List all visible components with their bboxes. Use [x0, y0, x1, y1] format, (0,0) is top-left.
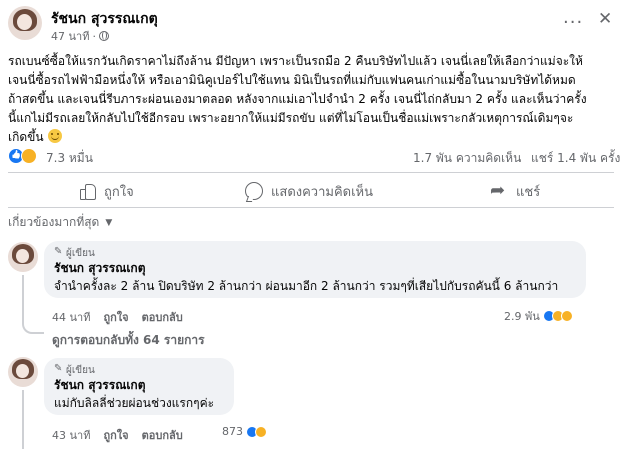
- globe-icon: [98, 31, 109, 41]
- close-icon[interactable]: ✕: [598, 9, 612, 29]
- pencil-icon: [54, 246, 63, 258]
- comment-reactions[interactable]: 2.9 พัน: [504, 307, 573, 325]
- comment-author[interactable]: รัชนก สุวรรณเกตุ: [54, 377, 224, 394]
- divider: [8, 172, 614, 173]
- comment-avatar[interactable]: [8, 242, 38, 272]
- comment-reply-link[interactable]: ตอบกลับ: [142, 426, 183, 444]
- comment-bubble-icon: [245, 182, 263, 200]
- comment-like-link[interactable]: ถูกใจ: [103, 426, 128, 444]
- author-badge: ผู้เขียน: [54, 363, 224, 377]
- comment-reaction-count: 2.9 พัน: [504, 310, 540, 323]
- thread-connector: [22, 318, 44, 334]
- divider: [8, 207, 614, 208]
- caret-down-icon: ▼: [105, 217, 113, 228]
- comment-reaction-count: 873: [222, 425, 243, 438]
- author-badge-label: ผู้เขียน: [66, 247, 95, 259]
- post-body-line-last: เกิดขึ้น: [8, 128, 620, 147]
- comment-bubble: ผู้เขียน รัชนก สุวรรณเกตุ จำนำครั้งละ 2 …: [44, 241, 586, 298]
- comment-meta: 43 นาที ถูกใจ ตอบกลับ: [52, 426, 183, 444]
- thread-line: [22, 390, 24, 449]
- comment-text: แม่กับลิลลี่ช่วยผ่อนช่วงแรกๆค่ะ: [54, 396, 215, 410]
- sad-reaction-icon: [560, 310, 573, 322]
- author-badge: ผู้เขียน: [54, 246, 576, 260]
- like-button-label: ถูกใจ: [104, 184, 134, 200]
- comment-text: จำนำครั้งละ 2 ล้าน ปิดบริษัท 2 ล้านกว่า …: [54, 279, 559, 293]
- more-options-icon[interactable]: ···: [563, 12, 583, 33]
- share-button-label: แชร์: [516, 184, 541, 200]
- share-button[interactable]: แชร์: [490, 178, 540, 204]
- post-body-line: รถเบนซ์ซื้อให้แรกวันเกิดราคาไม่ถึงล้าน ม…: [8, 54, 583, 68]
- comment-like-link[interactable]: ถูกใจ: [103, 308, 128, 326]
- smile-emoji-icon: [47, 129, 62, 143]
- comment-time[interactable]: 44 นาที: [52, 308, 90, 326]
- reaction-summary: 7.3 หมื่น 1.7 พัน ความคิดเห็น แชร์ 1.4 พ…: [8, 148, 620, 166]
- thread-line: [22, 275, 24, 323]
- author-avatar[interactable]: [8, 6, 42, 40]
- like-button[interactable]: ถูกใจ: [78, 178, 134, 204]
- share-arrow-icon: [490, 180, 508, 201]
- post-body-line: ถ้าสดขึ้น และเจนนี่รีบภาระผ่อนเองมาตลอด …: [8, 92, 587, 106]
- post-body: รถเบนซ์ซื้อให้แรกวันเกิดราคาไม่ถึงล้าน ม…: [8, 52, 620, 147]
- comment-time[interactable]: 43 นาที: [52, 426, 90, 444]
- author-badge-label: ผู้เขียน: [66, 364, 95, 376]
- post-meta: 47 นาที ·: [51, 27, 109, 45]
- care-reaction-icon[interactable]: [21, 148, 37, 164]
- comment-count[interactable]: 1.7 พัน ความคิดเห็น: [413, 149, 521, 168]
- comment-button-label: แสดงความคิดเห็น: [271, 184, 374, 200]
- post-time[interactable]: 47 นาที: [51, 27, 89, 45]
- comment-meta: 44 นาที ถูกใจ ตอบกลับ: [52, 308, 183, 326]
- thumbs-up-icon: [78, 182, 96, 200]
- comment-reply-link[interactable]: ตอบกลับ: [142, 308, 183, 326]
- comment-filter-label: เกี่ยวข้องมากที่สุด: [8, 215, 100, 229]
- comment-reactions[interactable]: 873: [222, 425, 267, 438]
- post-body-text: เกิดขึ้น: [8, 130, 44, 144]
- comment-bubble: ผู้เขียน รัชนก สุวรรณเกตุ แม่กับลิลลี่ช่…: [44, 358, 234, 415]
- view-replies-link[interactable]: ดูการตอบกลับทั้ง 64 รายการ: [52, 331, 205, 350]
- comment-filter-dropdown[interactable]: เกี่ยวข้องมากที่สุด ▼: [8, 213, 112, 232]
- comment-avatar[interactable]: [8, 357, 38, 387]
- reaction-count[interactable]: 7.3 หมื่น: [46, 149, 93, 168]
- pencil-icon: [54, 363, 63, 375]
- care-reaction-icon: [255, 425, 267, 438]
- separator-dot: ·: [92, 29, 96, 43]
- post-body-line: นี้แกไม่มีรถเลยให้กลับไปใช้อีกรอบ เพราะอ…: [8, 111, 574, 125]
- comment-button[interactable]: แสดงความคิดเห็น: [245, 178, 373, 204]
- post-body-line: เจนนี่ซื้อรถไฟฟ้ามือหนึ่งให้ หรือเอามินิ…: [8, 73, 576, 87]
- share-count[interactable]: แชร์ 1.4 พัน ครั้ง: [531, 149, 620, 168]
- comment-author[interactable]: รัชนก สุวรรณเกตุ: [54, 260, 576, 277]
